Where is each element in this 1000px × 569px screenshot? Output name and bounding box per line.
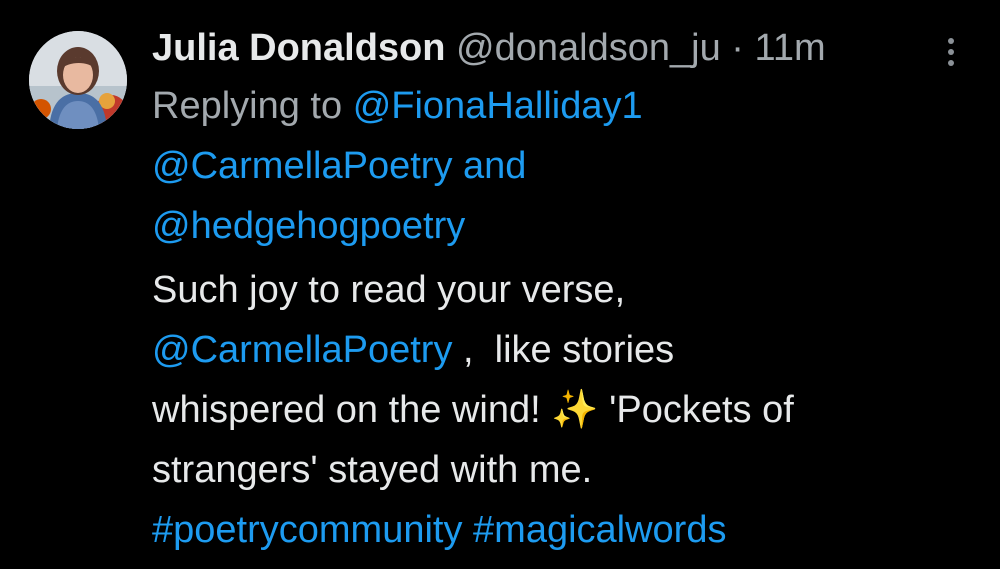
tweet-text-line-3: whispered on the wind! ✨ 'Pockets of xyxy=(152,389,794,431)
tweet[interactable]: Julia Donaldson @donaldson_ju · 11m Repl… xyxy=(0,0,1000,569)
more-vertical-icon xyxy=(948,38,954,44)
more-options-button[interactable] xyxy=(938,34,964,74)
hashtag-poetrycommunity[interactable]: #poetrycommunity xyxy=(152,509,462,551)
author-name[interactable]: Julia Donaldson xyxy=(152,27,445,69)
reply-mention-carmellapoetry[interactable]: @CarmellaPoetry xyxy=(152,145,452,187)
reply-mention-hedgehogpoetry[interactable]: @hedgehogpoetry xyxy=(152,205,465,247)
reply-mention-fionahalliday1[interactable]: @FionaHalliday1 xyxy=(353,85,643,127)
hashtag-magicalwords[interactable]: #magicalwords xyxy=(473,509,726,551)
tweet-text-line-2-rest: , like stories xyxy=(452,329,675,371)
more-vertical-icon-dot xyxy=(948,49,954,55)
tweet-text-line-4: strangers' stayed with me. xyxy=(152,449,593,491)
author-handle[interactable]: @donaldson_ju xyxy=(456,27,721,69)
more-vertical-icon-dot xyxy=(948,60,954,66)
avatar-photo-icon xyxy=(29,31,127,129)
tweet-text: Such joy to read your verse, @CarmellaPo… xyxy=(152,260,952,560)
replying-to-label: Replying to xyxy=(152,85,343,127)
tweet-header: Julia Donaldson @donaldson_ju · 11m xyxy=(152,22,952,74)
body-mention-carmellapoetry[interactable]: @CarmellaPoetry xyxy=(152,329,452,371)
replying-to: Replying to @FionaHalliday1 @CarmellaPoe… xyxy=(152,76,952,256)
author-avatar[interactable] xyxy=(29,31,127,129)
tweet-text-line-1: Such joy to read your verse, xyxy=(152,269,626,311)
separator-dot: · xyxy=(731,27,744,69)
tweet-content: Julia Donaldson @donaldson_ju · 11m Repl… xyxy=(152,22,952,560)
tweet-timestamp[interactable]: 11m xyxy=(755,27,826,69)
reply-conjunction[interactable]: and xyxy=(463,145,526,187)
